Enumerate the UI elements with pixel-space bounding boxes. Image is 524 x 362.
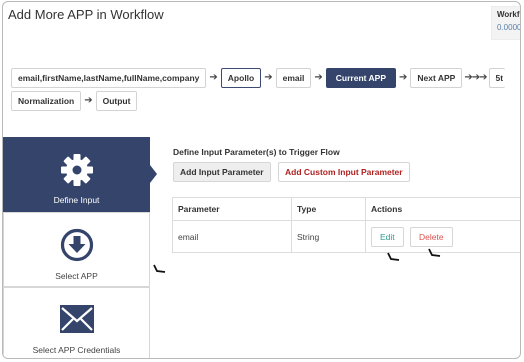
pointer-mark-icon	[153, 264, 166, 273]
steps-sidebar: Define Input Select APP Select APP Crede…	[3, 137, 157, 358]
active-step-pointer	[150, 165, 157, 183]
sidebar-item-define-input[interactable]: Define Input	[3, 137, 150, 212]
cell-actions: Edit Delete	[365, 220, 520, 253]
flow-arrow-icon: ➔	[84, 95, 93, 106]
workflow-stats-box: Workfl 0.0000	[491, 6, 521, 40]
column-header-parameter: Parameter	[172, 197, 292, 221]
pointer-mark-icon	[387, 252, 400, 261]
page-title: Add More APP in Workflow	[8, 7, 164, 22]
panel-title: Define Input Parameter(s) to Trigger Flo…	[173, 147, 340, 157]
envelope-icon	[59, 305, 94, 338]
flow-arrow-icon: ➔	[264, 72, 273, 83]
flow-multi-arrow-icon: ➔➔➔	[464, 72, 487, 83]
table-row: email String Edit Delete	[172, 220, 520, 253]
gear-icon	[59, 152, 95, 193]
flow-node-current-app[interactable]: Current APP	[325, 68, 397, 88]
arrow-circle-down-icon	[60, 228, 94, 267]
flow-arrow-icon: ➔	[314, 72, 323, 83]
flow-arrow-icon: ➔	[399, 72, 408, 83]
sidebar-item-label: Define Input	[53, 195, 100, 205]
delete-button[interactable]: Delete	[410, 226, 453, 247]
table-header-row: Parameter Type Actions	[172, 197, 520, 221]
workflow-flow-row-2: Normalization ➔ Output	[11, 91, 138, 111]
cell-type: String	[291, 220, 366, 253]
flow-node-normalization[interactable]: Normalization	[11, 91, 82, 111]
workflow-stats-value: 0.0000	[497, 23, 521, 32]
flow-node-input-fields[interactable]: email,firstName,lastName,fullName,compan…	[11, 68, 207, 88]
workflow-flow-row-1: email,firstName,lastName,fullName,compan…	[11, 68, 506, 88]
flow-node-apollo[interactable]: Apollo	[220, 68, 262, 88]
flow-arrow-icon: ➔	[209, 72, 218, 83]
app-window: Add More APP in Workflow Workfl 0.0000 e…	[2, 1, 521, 359]
add-custom-input-parameter-button[interactable]: Add Custom Input Parameter	[278, 162, 410, 182]
column-header-actions: Actions	[365, 197, 520, 221]
sidebar-item-select-app-credentials[interactable]: Select APP Credentials	[3, 287, 150, 358]
sidebar-item-label: Select APP Credentials	[32, 345, 121, 355]
column-header-type: Type	[291, 197, 366, 221]
flow-node-output[interactable]: Output	[95, 91, 138, 111]
flow-node-next-app[interactable]: Next APP	[410, 68, 463, 88]
parameters-table: Parameter Type Actions email String Edit…	[172, 197, 520, 253]
cell-parameter: email	[172, 220, 292, 253]
workflow-stats-label: Workfl	[497, 10, 521, 19]
sidebar-item-label: Select APP	[55, 271, 98, 281]
edit-button[interactable]: Edit	[371, 226, 404, 247]
add-input-parameter-button[interactable]: Add Input Parameter	[173, 162, 271, 182]
pointer-mark-icon	[428, 248, 441, 257]
flow-node-email[interactable]: email	[275, 68, 312, 88]
sidebar-item-select-app[interactable]: Select APP	[3, 212, 150, 287]
flow-node-truncated[interactable]: 5t	[488, 68, 506, 88]
